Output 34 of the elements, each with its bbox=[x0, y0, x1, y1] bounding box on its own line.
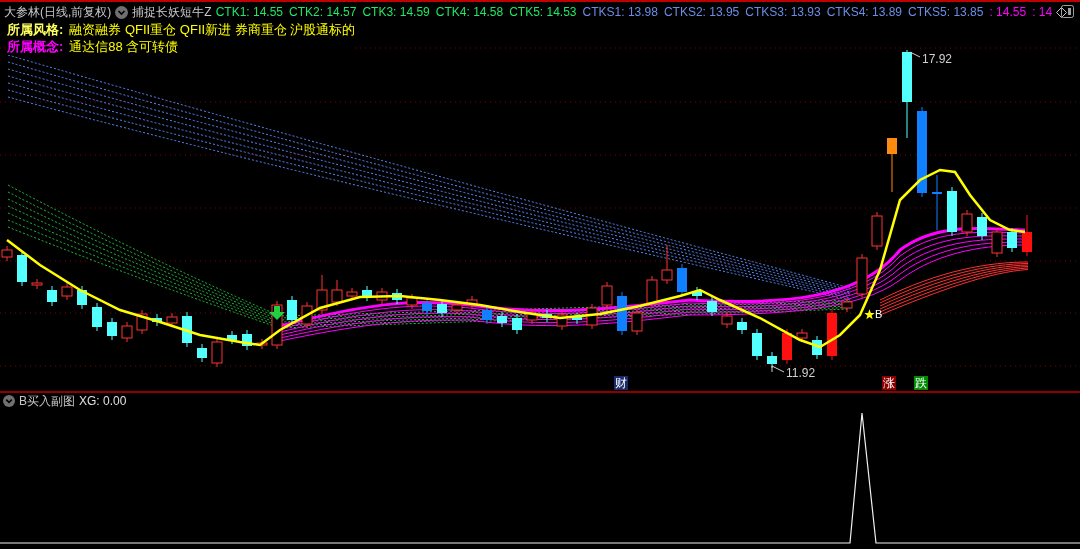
indicator-reading: CTK2: 14.57 bbox=[289, 4, 357, 21]
indicator-reading: CTK4: 14.58 bbox=[435, 4, 504, 21]
diamond-icon[interactable] bbox=[1056, 6, 1068, 18]
subchart-title: B买入副图 bbox=[19, 393, 75, 409]
indicator-reading: CTKS5: 13.85 bbox=[908, 4, 984, 21]
indicator-reading: CTK5: 14.53 bbox=[509, 4, 577, 21]
indicator-reading: CTKS2: 13.95 bbox=[663, 4, 740, 21]
indicator-reading: CTKS4: 13.89 bbox=[826, 4, 903, 21]
leader-line bbox=[771, 365, 785, 373]
leader-line bbox=[909, 51, 921, 58]
info-label: 所属概念: bbox=[7, 38, 64, 55]
panel-toggle-icon[interactable] bbox=[1061, 5, 1074, 18]
indicator-reading: CTK1: 14.55 bbox=[215, 4, 284, 21]
indicator-reading: : 14 bbox=[1032, 4, 1053, 21]
indicator-name: 捕捉长妖短牛Z bbox=[132, 4, 212, 21]
indicator-reading: CTKS3: 13.93 bbox=[745, 4, 821, 21]
event-tag[interactable]: 涨 bbox=[882, 376, 896, 390]
high-price-label: 17.92 bbox=[922, 51, 953, 68]
stock-title: 大参林(日线,前复权) bbox=[4, 4, 112, 21]
info-value: 融资融券 QFII重仓 QFII新进 券商重仓 沪股通标的 bbox=[69, 21, 356, 38]
event-tag[interactable]: 财 bbox=[614, 376, 628, 390]
indicator-reading: CTK3: 14.59 bbox=[362, 4, 430, 21]
low-price-label: 11.92 bbox=[786, 365, 816, 382]
info-label: 所属风格: bbox=[7, 21, 64, 38]
indicator-reading: : 14.55 bbox=[989, 4, 1027, 21]
down-arrow-icon bbox=[269, 306, 285, 320]
star-icon bbox=[864, 308, 875, 320]
subchart-reading: XG: 0.00 bbox=[79, 393, 127, 409]
chevron-down-icon[interactable] bbox=[3, 395, 15, 407]
event-tag[interactable]: 跌 bbox=[914, 376, 928, 390]
indicator-reading: CTKS1: 13.98 bbox=[582, 4, 658, 21]
chevron-down-icon[interactable] bbox=[115, 5, 129, 19]
buy-signal-label: B bbox=[875, 308, 883, 320]
info-value: 通达信88 含可转债 bbox=[69, 38, 179, 55]
